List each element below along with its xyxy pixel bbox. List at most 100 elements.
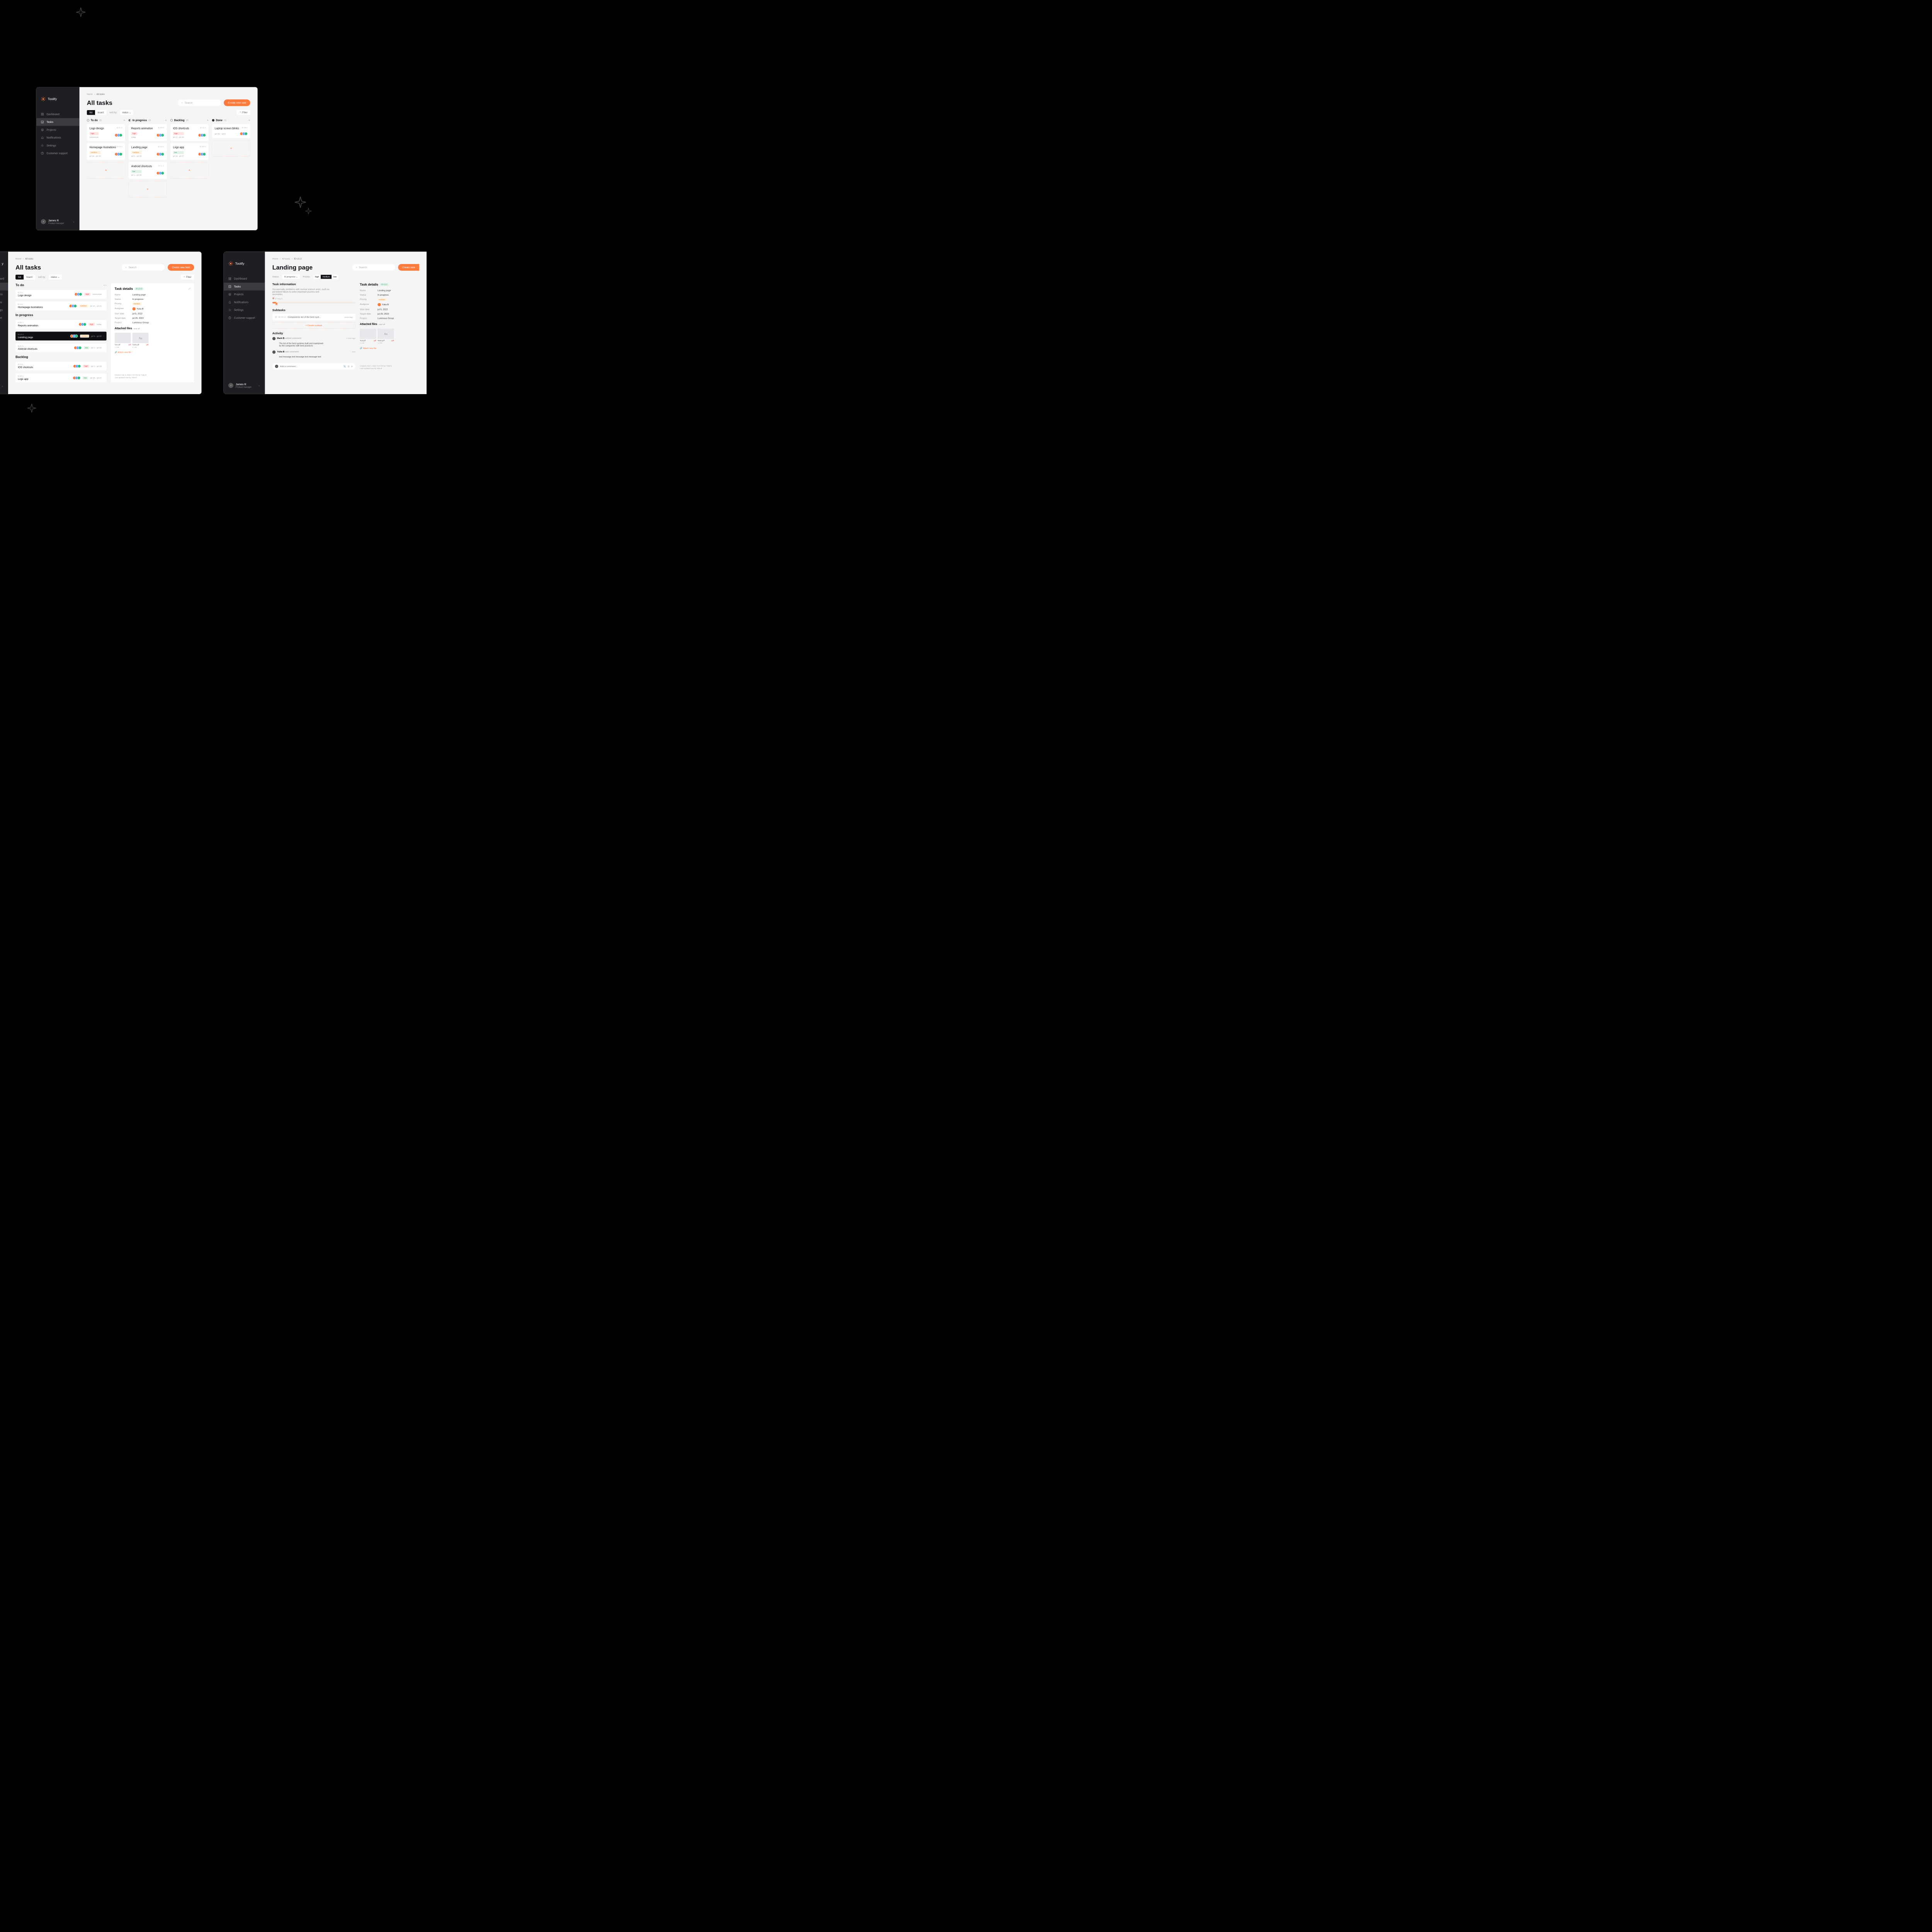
priority-option-high[interactable]: high xyxy=(313,275,321,279)
sidebar-item-projects[interactable]: Projects xyxy=(0,291,8,298)
view-toggle[interactable]: list board xyxy=(87,110,107,115)
avatar xyxy=(161,172,164,175)
view-toggle[interactable]: list board xyxy=(15,275,35,279)
sidebar-item-label: Settings xyxy=(46,144,56,147)
task-card[interactable]: Logo appID RT-3lowjul 18 - jul 27 xyxy=(170,143,209,160)
view-list[interactable]: list xyxy=(87,110,95,115)
sidebar-item-customer-support[interactable]: support xyxy=(0,314,8,322)
attachment[interactable]: Test.pdfpdf1.2 Mb xyxy=(115,333,131,348)
add-card-button[interactable]: + xyxy=(165,119,167,122)
task-card[interactable]: Reports animationID RT-3hightoday xyxy=(129,124,167,141)
sidebar-item-projects[interactable]: Projects xyxy=(224,291,265,298)
subtask-row[interactable]: ID LG-2-1Components list of the best sys… xyxy=(272,314,355,320)
sidebar-item-tasks[interactable]: Tasks xyxy=(224,283,265,291)
search-input[interactable] xyxy=(122,264,165,271)
view-board[interactable]: board xyxy=(24,275,35,279)
list-row[interactable]: ID HI-1Homepage ilustrationsmediumjul 14… xyxy=(15,301,106,310)
avatar xyxy=(132,307,135,310)
logo: Toolify xyxy=(36,97,80,110)
chevron-down-icon[interactable]: ⌄ xyxy=(2,384,3,387)
sidebar-item-tasks[interactable]: Tasks xyxy=(0,283,8,291)
send-icon[interactable]: ➤ xyxy=(351,365,352,367)
task-card[interactable]: Android shortcutsID AL-1lowjul 1 – jul 2… xyxy=(129,162,167,179)
add-card-placeholder[interactable]: + xyxy=(170,162,209,178)
column-header: In progress (3)+ xyxy=(129,119,167,122)
list-row[interactable]: ID JL-2IOS shortcutshighjul 1 – jul 18› xyxy=(15,362,106,371)
task-card[interactable]: Landing pageID LG-2mediumjul 5 – jul 20 xyxy=(129,143,167,160)
sidebar-item-projects[interactable]: Projects xyxy=(36,126,80,134)
attach-file-button[interactable]: 🔗 Attach new file xyxy=(115,351,190,354)
list-row[interactable]: ID AL-1Android shortcutslowjul 1 – jul 2… xyxy=(15,344,106,352)
sidebar-item-settings[interactable]: Settings xyxy=(0,306,8,314)
add-card-placeholder[interactable]: + xyxy=(87,162,125,178)
search-input[interactable] xyxy=(352,264,395,271)
sidebar-item-notifications[interactable]: ications xyxy=(0,298,8,306)
task-card[interactable]: Laptop screen blinksID 09-1jun 21 – jul … xyxy=(212,124,250,138)
attach-icon[interactable]: 📎 xyxy=(344,365,346,367)
app-name: Toolify xyxy=(235,262,245,265)
sidebar-item-settings[interactable]: Settings xyxy=(36,141,80,149)
list-row[interactable]: ID RT-3Logo applowjul 18 – jul 27› xyxy=(15,374,106,383)
page-title: All tasks xyxy=(87,99,112,107)
add-card-placeholder[interactable]: + xyxy=(129,181,167,197)
sidebar: Toolify DashboardTasksProjectsNotificati… xyxy=(36,87,80,230)
status-select[interactable]: In progress ⌄ xyxy=(282,275,300,279)
sidebar-user[interactable]: J James R Product manager ⌄ xyxy=(36,219,80,224)
list-row[interactable]: ID JL-2Logo designhightommorow› xyxy=(15,290,106,299)
chevron-down-icon[interactable]: ⌄ xyxy=(258,384,260,387)
create-subtask-button[interactable]: + Create subtask xyxy=(272,322,355,328)
comment-body: The list of the best systems built and m… xyxy=(277,341,327,349)
task-card[interactable]: IOS shortcutsID JL-2highjul 12 - jul 28 xyxy=(170,124,209,141)
add-card-button[interactable]: + xyxy=(207,119,208,122)
sidebar-item-notifications[interactable]: Notifications xyxy=(224,298,265,306)
avatar xyxy=(78,346,82,349)
sidebar-item-notifications[interactable]: Notifications xyxy=(36,134,80,141)
view-all-link[interactable]: view all xyxy=(133,327,139,330)
list-row[interactable]: ID LG-2Landing pagemediumjul 5 – jul 20› xyxy=(15,332,106,340)
progress-bar[interactable] xyxy=(272,302,355,303)
status-check-icon: ✓ xyxy=(212,119,214,121)
priority-option-medium[interactable]: medium xyxy=(321,275,332,279)
attachment[interactable]: AaTasks.pdfpdf1.2 Mb xyxy=(132,333,148,348)
prev-button[interactable]: ‹ xyxy=(104,283,105,287)
next-button[interactable]: › xyxy=(105,283,107,287)
add-card-button[interactable]: + xyxy=(123,119,125,122)
sidebar-item-customer-support[interactable]: Customer support xyxy=(36,150,80,157)
create-task-button[interactable]: Create new task xyxy=(224,99,250,106)
meta-row: Assignee Yulia B xyxy=(115,307,190,310)
task-card[interactable]: Logo designID JL-2hightommorow xyxy=(87,124,125,141)
meta-row: Start datejul 5, 2022 xyxy=(115,313,190,315)
sort-select[interactable]: status ⌄ xyxy=(49,275,62,280)
sidebar-item-tasks[interactable]: Tasks xyxy=(36,118,80,126)
attachment[interactable]: Test.pdfpdf1.2 Mb xyxy=(360,328,376,344)
search-input[interactable] xyxy=(178,100,221,106)
sidebar-item-dashboard[interactable]: Dashboard xyxy=(224,275,265,282)
mention-icon[interactable]: @ xyxy=(347,365,349,367)
create-task-button[interactable]: Create new task xyxy=(168,264,194,270)
list-row[interactable]: ID RT-3Reports animationhightoday› xyxy=(15,320,106,329)
filter-icon xyxy=(184,276,185,278)
add-card-placeholder[interactable]: + xyxy=(212,140,250,156)
add-card-button[interactable]: + xyxy=(248,119,250,122)
chevron-down-icon[interactable]: ⌄ xyxy=(73,220,75,223)
filter-button[interactable]: Filter xyxy=(237,110,250,115)
create-task-button[interactable]: Create new xyxy=(398,264,419,270)
sort-select[interactable]: status ⌄ xyxy=(120,110,133,115)
expand-icon[interactable]: ⤢ xyxy=(189,287,190,290)
sidebar-item-settings[interactable]: Settings xyxy=(224,306,265,314)
view-board[interactable]: board xyxy=(95,110,106,115)
comment-input[interactable]: J 📎 @ ➤ xyxy=(272,363,355,370)
sidebar-item-customer-support[interactable]: Customer support xyxy=(224,314,265,322)
sidebar-item-dashboard[interactable]: Dashboard xyxy=(36,110,80,118)
attach-file-button[interactable]: 🔗 Attach new file xyxy=(360,347,419,349)
view-list[interactable]: list xyxy=(15,275,24,279)
priority-toggle[interactable]: highmediumlow xyxy=(313,275,338,279)
task-card[interactable]: Homepage ilustrationsID HI-1mediumjul 14… xyxy=(87,143,125,160)
more-icon[interactable]: ⋯ xyxy=(323,345,325,347)
filter-button[interactable]: Filter xyxy=(181,275,194,279)
priority-option-low[interactable]: low xyxy=(332,275,338,279)
sidebar-item-dashboard[interactable]: ashboard xyxy=(0,275,8,282)
more-icon[interactable]: ⋯ xyxy=(323,355,325,358)
attachment[interactable]: AaTasks.pdfpdf1.2 Mb xyxy=(378,328,394,344)
view-all-link[interactable]: view all xyxy=(379,323,385,325)
